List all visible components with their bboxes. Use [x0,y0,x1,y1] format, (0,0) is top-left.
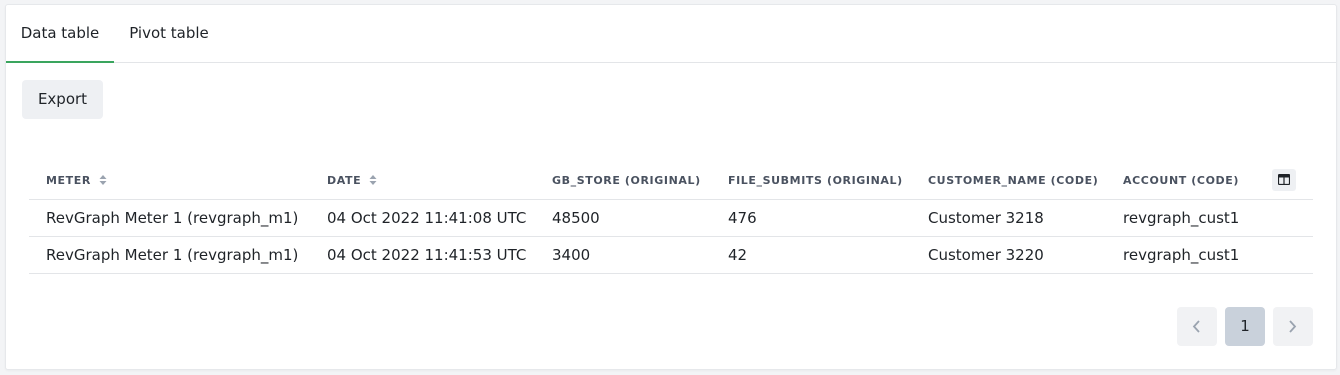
sort-icon[interactable] [369,174,377,186]
cell-meter: RevGraph Meter 1 (revgraph_m1) [46,209,299,227]
cell-customer-name: Customer 3220 [928,246,1044,264]
table-row: RevGraph Meter 1 (revgraph_m1) 04 Oct 20… [29,237,1313,274]
data-card: Data table Pivot table Export METER DATE… [5,4,1337,370]
table-header: METER DATE GB_STORE (ORIGINAL) FILE_SUBM… [29,162,1313,200]
chevron-right-icon [1289,320,1297,333]
sort-icon[interactable] [99,174,107,186]
cell-file-submits: 42 [728,246,748,264]
previous-page-button[interactable] [1177,307,1217,346]
column-header-label: METER [46,174,91,187]
chevron-left-icon [1192,320,1200,333]
column-header-label: DATE [327,174,362,187]
column-header-customer-name: CUSTOMER_NAME (CODE) [928,174,1099,187]
columns-icon[interactable] [1272,169,1296,191]
cell-gb-store: 3400 [552,246,591,264]
tab-bar: Data table Pivot table [6,5,1336,63]
column-header-file-submits: FILE_SUBMITS (ORIGINAL) [728,174,903,187]
next-page-button[interactable] [1273,307,1313,346]
column-header-date[interactable]: DATE [327,162,377,199]
cell-gb-store: 48500 [552,209,600,227]
cell-meter: RevGraph Meter 1 (revgraph_m1) [46,246,299,264]
column-header-gb-store: GB_STORE (ORIGINAL) [552,174,701,187]
cell-date: 04 Oct 2022 11:41:08 UTC [327,209,527,227]
column-header-meter[interactable]: METER [46,162,107,199]
data-table: METER DATE GB_STORE (ORIGINAL) FILE_SUBM… [29,162,1313,274]
cell-account: revgraph_cust1 [1123,209,1240,227]
cell-account: revgraph_cust1 [1123,246,1240,264]
table-row: RevGraph Meter 1 (revgraph_m1) 04 Oct 20… [29,200,1313,237]
tab-data-table[interactable]: Data table [6,5,114,63]
export-button[interactable]: Export [22,80,103,119]
page-button-current[interactable]: 1 [1225,307,1265,346]
cell-file-submits: 476 [728,209,757,227]
cell-customer-name: Customer 3218 [928,209,1044,227]
column-header-account: ACCOUNT (CODE) [1123,174,1240,187]
cell-date: 04 Oct 2022 11:41:53 UTC [327,246,527,264]
tab-pivot-table[interactable]: Pivot table [114,5,224,63]
